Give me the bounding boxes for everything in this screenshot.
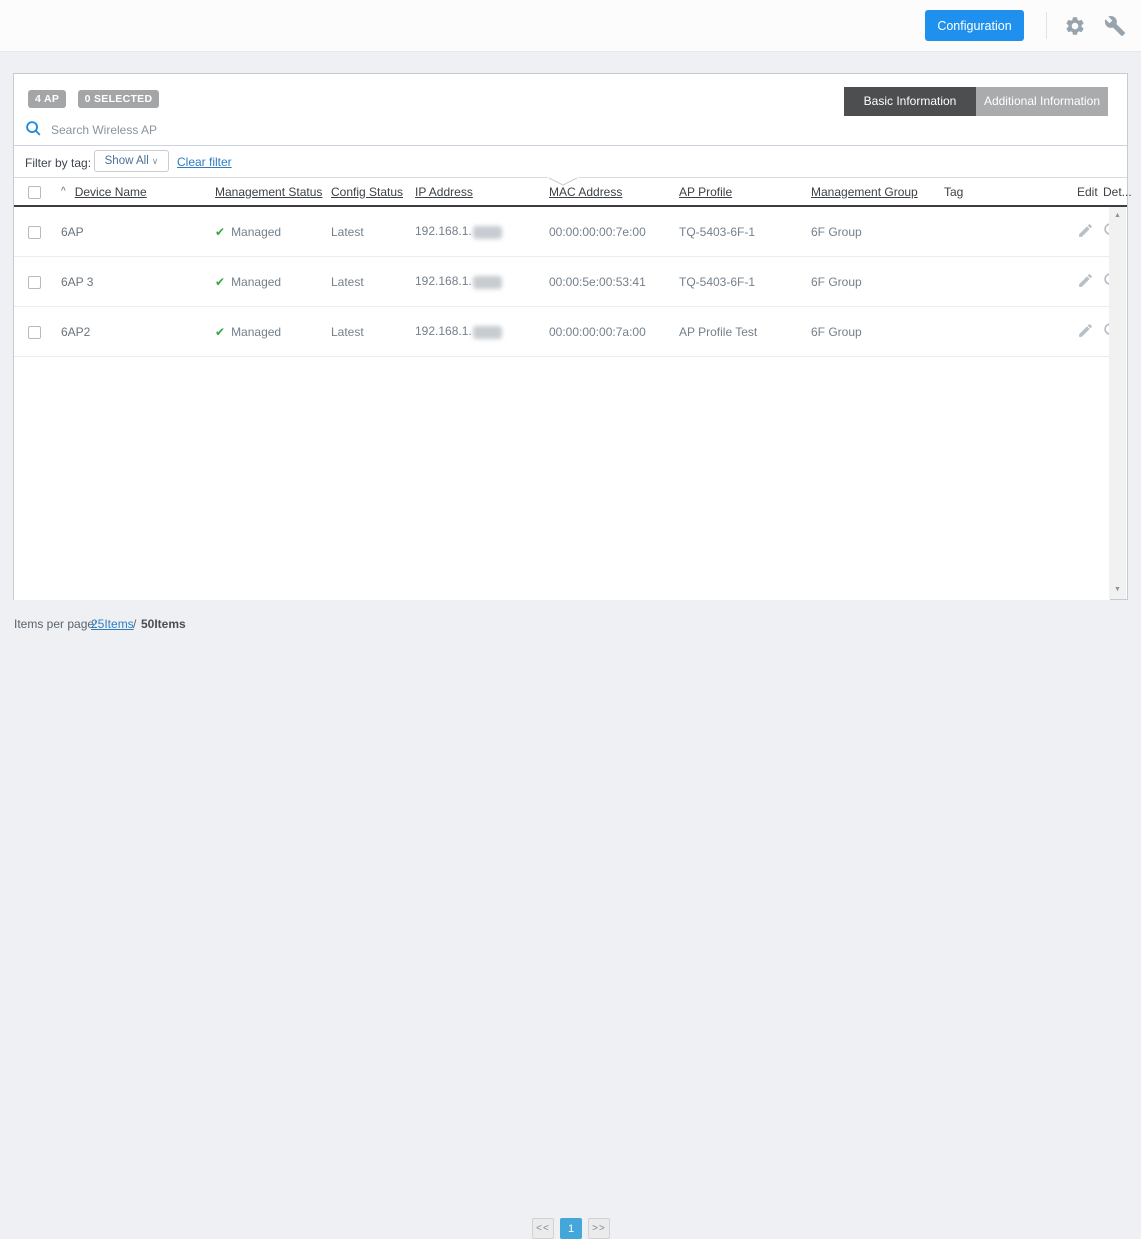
settings-gear-icon[interactable]	[1064, 15, 1086, 37]
header-management-group[interactable]: Management Group	[811, 185, 918, 199]
edit-pencil-icon[interactable]	[1077, 272, 1094, 289]
items-per-page-label: Items per page:	[14, 617, 98, 631]
ap-profile-cell: TQ-5403-6F-1	[679, 274, 756, 289]
managed-check-icon: ✔	[215, 274, 226, 289]
header-tag: Tag	[944, 184, 964, 199]
footer: Items per page: 25Items / 50Items << 1 >…	[0, 606, 1141, 1239]
mac-address-cell: 00:00:00:00:7a:00	[549, 324, 646, 339]
tab-additional-information[interactable]: Additional Information	[976, 87, 1108, 116]
pagination: << 1 >>	[532, 1218, 616, 1239]
table-row[interactable]: 6AP 3 ✔ Managed Latest 192.168.1. 00:00:5…	[14, 257, 1119, 307]
management-group-cell: 6F Group	[811, 224, 862, 239]
vertical-scrollbar[interactable]: ▲ ▼	[1109, 207, 1126, 599]
header-mac-address[interactable]: MAC Address	[549, 185, 622, 199]
configuration-button[interactable]: Configuration	[925, 10, 1024, 41]
sort-ascending-icon[interactable]: ^	[61, 186, 66, 197]
config-status-cell: Latest	[331, 224, 364, 239]
ip-redacted-blur	[472, 325, 502, 339]
header-ip-address[interactable]: IP Address	[415, 185, 473, 199]
filter-row: Filter by tag: Show All ∨ Clear filter	[14, 150, 1127, 176]
edit-pencil-icon[interactable]	[1077, 322, 1094, 339]
header-ap-profile[interactable]: AP Profile	[679, 185, 732, 199]
managed-check-icon: ✔	[215, 224, 226, 239]
ap-profile-cell: AP Profile Test	[679, 324, 758, 339]
management-status-cell: Managed	[231, 274, 282, 289]
header-details: Det...	[1103, 184, 1132, 199]
ip-redacted-blur	[472, 275, 502, 289]
search-wireless-ap-input[interactable]	[51, 119, 551, 141]
table-row[interactable]: 6AP ✔ Managed Latest 192.168.1. 00:00:00:…	[14, 207, 1119, 257]
ip-redacted-blur	[472, 225, 502, 239]
badge-row: 4 AP 0 SELECTED	[28, 89, 160, 108]
info-tabs: Basic Information Additional Information	[844, 87, 1108, 116]
scroll-down-icon[interactable]: ▼	[1109, 583, 1126, 597]
chevron-down-icon: ∨	[151, 156, 159, 166]
ap-count-badge: 4 AP	[28, 90, 67, 108]
ip-address-cell: 192.168.1.	[415, 274, 549, 289]
mac-address-cell: 00:00:00:00:7e:00	[549, 224, 646, 239]
header-edit: Edit	[1077, 184, 1098, 199]
items-per-page-25-link[interactable]: 25Items	[91, 617, 134, 631]
topbar-divider	[1046, 12, 1047, 39]
table-header-row: ^ Device Name Management Status Config S…	[14, 178, 1132, 207]
wrench-tools-icon[interactable]	[1104, 15, 1126, 37]
management-status-cell: Managed	[231, 324, 282, 339]
scroll-up-icon[interactable]: ▲	[1109, 209, 1126, 223]
ap-profile-cell: TQ-5403-6F-1	[679, 224, 756, 239]
config-status-cell: Latest	[331, 274, 364, 289]
ip-address-cell: 192.168.1.	[415, 224, 549, 239]
mac-address-cell: 00:00:5e:00:53:41	[549, 274, 646, 289]
table-row[interactable]: 6AP2 ✔ Managed Latest 192.168.1. 00:00:00…	[14, 307, 1119, 357]
managed-check-icon: ✔	[215, 324, 226, 339]
device-name-cell: 6AP 3	[61, 274, 94, 289]
items-per-page-separator: /	[133, 617, 137, 631]
tag-filter-dropdown[interactable]: Show All ∨	[94, 150, 169, 172]
tab-basic-information[interactable]: Basic Information	[844, 87, 976, 116]
config-status-cell: Latest	[331, 324, 364, 339]
ap-list-panel: 4 AP 0 SELECTED Basic Information Additi…	[13, 73, 1132, 600]
header-device-name[interactable]: Device Name	[75, 185, 147, 199]
table-body: 6AP ✔ Managed Latest 192.168.1. 00:00:00:…	[14, 207, 1119, 600]
device-name-cell: 6AP2	[61, 324, 91, 339]
select-all-checkbox[interactable]	[28, 185, 41, 199]
search-icon	[25, 120, 42, 137]
row-checkbox[interactable]	[28, 275, 41, 289]
search-row	[14, 118, 1127, 146]
header-config-status[interactable]: Config Status	[331, 185, 403, 199]
edit-pencil-icon[interactable]	[1077, 222, 1094, 239]
pagination-page-1-button[interactable]: 1	[560, 1218, 582, 1239]
header-management-status[interactable]: Management Status	[215, 185, 322, 199]
management-group-cell: 6F Group	[811, 324, 862, 339]
top-bar: Configuration	[0, 0, 1141, 52]
management-status-cell: Managed	[231, 224, 282, 239]
pagination-next-button[interactable]: >>	[588, 1218, 610, 1239]
filter-by-tag-label: Filter by tag:	[25, 156, 92, 170]
pagination-prev-button[interactable]: <<	[532, 1218, 554, 1239]
row-checkbox[interactable]	[28, 225, 41, 239]
device-name-cell: 6AP	[61, 224, 84, 239]
clear-filter-link[interactable]: Clear filter	[177, 155, 232, 169]
management-group-cell: 6F Group	[811, 274, 862, 289]
row-checkbox[interactable]	[28, 325, 41, 339]
ip-address-cell: 192.168.1.	[415, 324, 549, 339]
items-per-page-50-current: 50Items	[141, 617, 186, 631]
selected-count-badge: 0 SELECTED	[77, 90, 160, 108]
